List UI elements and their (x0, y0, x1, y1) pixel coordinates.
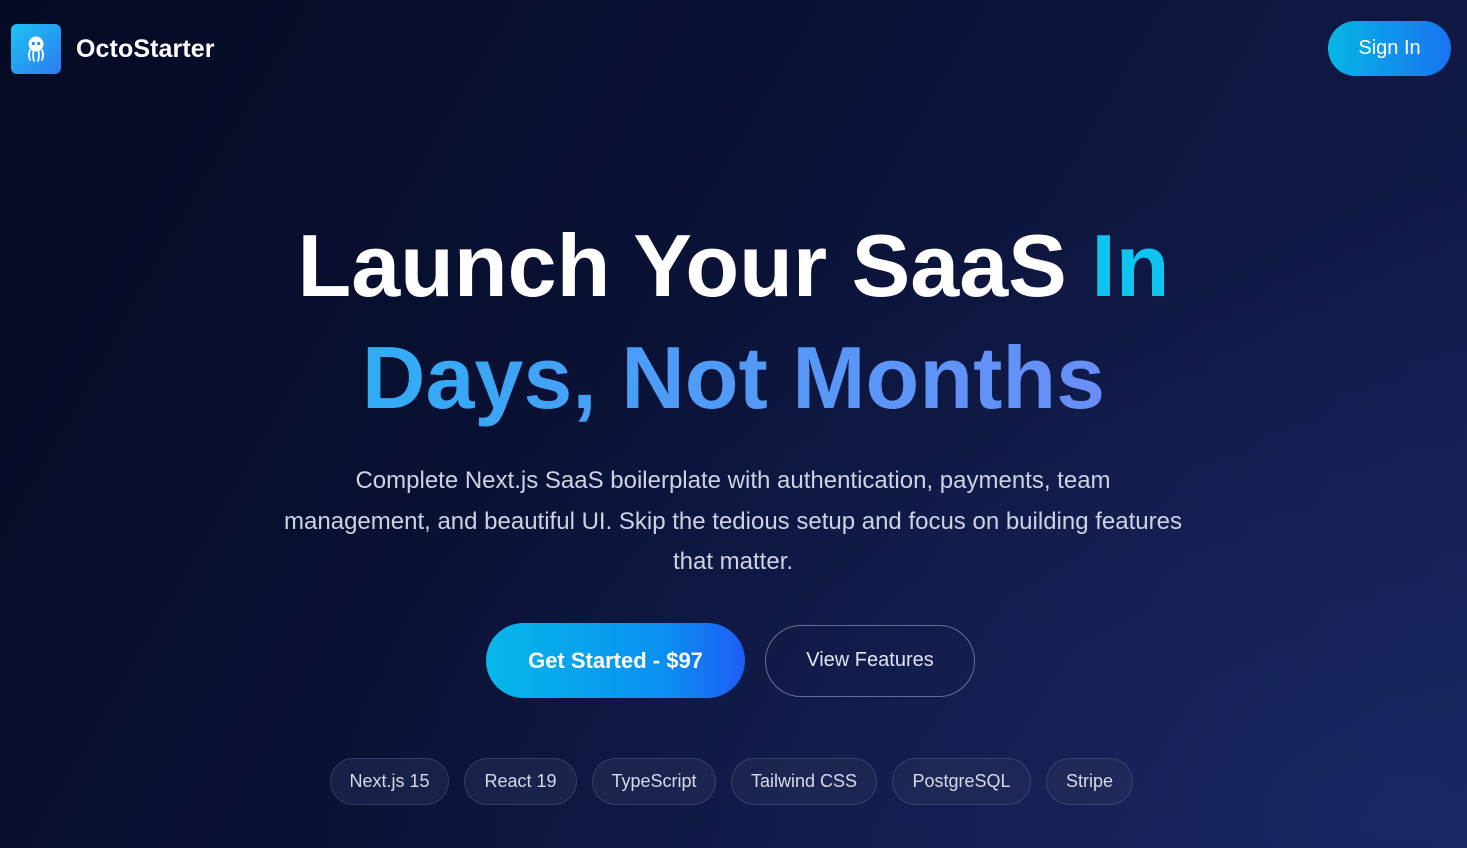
tech-stack-list: Next.js 15 React 19 TypeScript Tailwind … (330, 758, 1148, 805)
site-header: OctoStarter Sign In (0, 0, 1467, 100)
tech-chip-nextjs: Next.js 15 (330, 758, 449, 805)
tech-chip-postgresql: PostgreSQL (892, 758, 1031, 805)
hero-title: Launch Your SaaS In Days, Not Months (0, 210, 1467, 434)
brand-name: OctoStarter (76, 34, 215, 63)
hero-title-line-2: Days, Not Months (0, 322, 1467, 434)
tech-chip-stripe: Stripe (1046, 758, 1133, 805)
hero-title-line-1: Launch Your SaaS In (0, 210, 1467, 322)
hero-title-accent: In (1091, 216, 1170, 315)
tech-chip-typescript: TypeScript (592, 758, 716, 805)
view-features-button[interactable]: View Features (765, 624, 975, 697)
get-started-button[interactable]: Get Started - $97 (486, 623, 745, 698)
hero-title-main: Launch Your SaaS (297, 216, 1092, 315)
brand-link[interactable]: OctoStarter (11, 24, 215, 74)
tech-chip-react: React 19 (464, 758, 577, 805)
cta-buttons: Get Started - $97 View Features (486, 623, 975, 698)
sign-in-button[interactable]: Sign In (1328, 21, 1451, 76)
octopus-icon (11, 24, 61, 74)
hero-description: Complete Next.js SaaS boilerplate with a… (284, 467, 1182, 575)
tech-chip-tailwind: Tailwind CSS (731, 758, 877, 805)
